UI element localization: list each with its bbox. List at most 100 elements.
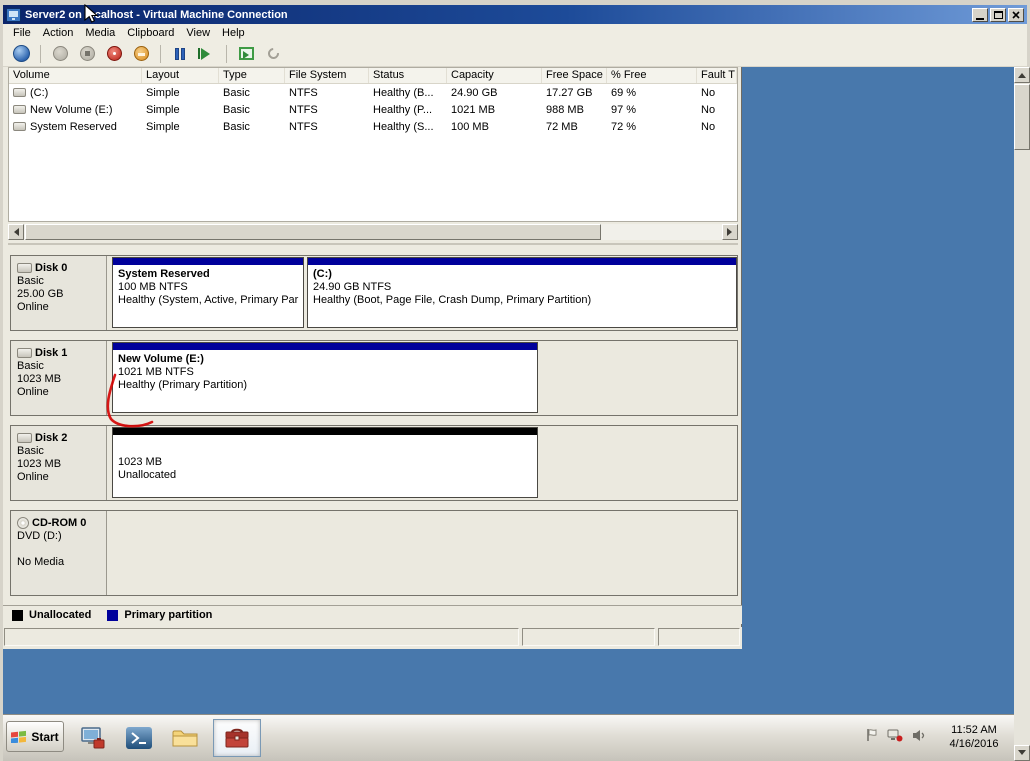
disk2-media: 1023 MB Unallocated xyxy=(107,426,737,500)
disk-status: No Media xyxy=(17,556,65,568)
column-volume[interactable]: Volume xyxy=(9,68,142,83)
ctrl-alt-del-button[interactable] xyxy=(10,43,32,65)
powershell-button[interactable] xyxy=(119,719,159,757)
up-arrow-icon xyxy=(1018,69,1026,78)
column-status[interactable]: Status xyxy=(369,68,447,83)
partition-status: Healthy (System, Active, Primary Par xyxy=(118,294,299,306)
disk-kind: Basic xyxy=(17,275,44,287)
status-pane xyxy=(658,628,740,646)
hscroll-thumb[interactable] xyxy=(25,224,601,240)
partition-new-volume-e[interactable]: New Volume (E:) 1021 MB NTFS Healthy (Pr… xyxy=(112,342,538,413)
disk-kind: Basic xyxy=(17,445,44,457)
column-file-system[interactable]: File System xyxy=(285,68,369,83)
disk-size xyxy=(17,543,106,556)
folder-icon xyxy=(172,730,198,747)
shut-down-button[interactable] xyxy=(103,43,125,65)
pane-splitter[interactable] xyxy=(8,243,738,245)
reset-button[interactable] xyxy=(196,43,218,65)
volume-row-e[interactable]: New Volume (E:) Simple Basic NTFS Health… xyxy=(9,101,737,118)
menu-clipboard[interactable]: Clipboard xyxy=(121,26,180,40)
volume-icon xyxy=(13,104,26,114)
disk-management-toolbox-button[interactable] xyxy=(213,719,261,757)
cdrom-info-panel[interactable]: CD-ROM 0 DVD (D:) No Media xyxy=(11,511,107,595)
vm-vertical-scrollbar[interactable] xyxy=(1014,67,1030,761)
reset-icon xyxy=(198,47,216,60)
disk-status: Online xyxy=(17,386,49,398)
ctrl-alt-del-icon xyxy=(12,45,30,62)
cd-icon xyxy=(17,517,29,529)
volume-list-hscrollbar[interactable] xyxy=(8,224,738,240)
disk-status: Online xyxy=(17,301,49,313)
save-state-button[interactable] xyxy=(130,43,152,65)
system-tray xyxy=(866,728,926,742)
powershell-icon xyxy=(126,727,152,749)
disk1-info-panel[interactable]: Disk 1 Basic 1023 MB Online xyxy=(11,341,107,415)
partition-legend: Unallocated Primary partition xyxy=(3,605,742,624)
disk-icon xyxy=(17,348,32,358)
turn-off-icon xyxy=(79,46,95,61)
server-manager-icon xyxy=(81,727,105,749)
disk0-info-panel[interactable]: Disk 0 Basic 25.00 GB Online xyxy=(11,256,107,330)
down-arrow-icon xyxy=(1018,750,1026,759)
column-type[interactable]: Type xyxy=(219,68,285,83)
disk-status: Online xyxy=(17,471,49,483)
close-button[interactable] xyxy=(1008,7,1024,22)
disk1-media: New Volume (E:) 1021 MB NTFS Healthy (Pr… xyxy=(107,341,737,415)
clock-time: 11:52 AM xyxy=(951,724,997,736)
action-center-flag-icon[interactable] xyxy=(866,728,878,742)
volume-icon[interactable] xyxy=(912,729,926,742)
console-status-bar xyxy=(3,627,742,649)
scroll-left-button[interactable] xyxy=(8,224,24,240)
unallocated-color-band xyxy=(113,428,537,435)
snapshot-button[interactable] xyxy=(235,43,257,65)
disk-name: Disk 1 xyxy=(35,347,68,359)
menu-media[interactable]: Media xyxy=(79,26,121,40)
disk-management-console: Volume Layout Type File System Status Ca… xyxy=(3,67,742,649)
disk-size: 25.00 GB xyxy=(17,288,64,300)
menu-view[interactable]: View xyxy=(180,26,216,40)
pause-button[interactable] xyxy=(169,43,191,65)
scroll-down-button[interactable] xyxy=(1014,745,1030,761)
close-icon xyxy=(1012,10,1020,19)
column-capacity[interactable]: Capacity xyxy=(447,68,542,83)
maximize-button[interactable] xyxy=(990,7,1006,22)
menu-action[interactable]: Action xyxy=(37,26,80,40)
disk2-info-panel[interactable]: Disk 2 Basic 1023 MB Online xyxy=(11,426,107,500)
menu-file[interactable]: File xyxy=(7,26,37,40)
left-arrow-icon xyxy=(10,228,19,236)
partition-status: Healthy (Primary Partition) xyxy=(118,379,247,391)
volume-row-c[interactable]: (C:) Simple Basic NTFS Healthy (B... 24.… xyxy=(9,84,737,101)
column-free-space[interactable]: Free Space xyxy=(542,68,607,83)
taskbar-clock[interactable]: 11:52 AM 4/16/2016 xyxy=(940,723,1008,751)
column-layout[interactable]: Layout xyxy=(142,68,219,83)
minimize-button[interactable] xyxy=(972,7,988,22)
partition-size: 1021 MB NTFS xyxy=(118,366,194,378)
toolbar-separator xyxy=(40,44,41,63)
menu-help[interactable]: Help xyxy=(216,26,251,40)
turn-off-button[interactable] xyxy=(76,43,98,65)
scroll-up-button[interactable] xyxy=(1014,67,1030,83)
vscroll-thumb[interactable] xyxy=(1014,84,1030,150)
volume-row-system-reserved[interactable]: System Reserved Simple Basic NTFS Health… xyxy=(9,118,737,135)
partition-c[interactable]: (C:) 24.90 GB NTFS Healthy (Boot, Page F… xyxy=(307,257,737,328)
revert-button[interactable] xyxy=(262,43,284,65)
window-title: Server2 on localhost - Virtual Machine C… xyxy=(25,8,288,21)
server-manager-button[interactable] xyxy=(73,719,113,757)
scroll-right-button[interactable] xyxy=(722,224,738,240)
disk-row-2: Disk 2 Basic 1023 MB Online 1023 MB Unal… xyxy=(10,425,738,501)
windows-explorer-button[interactable] xyxy=(165,719,205,757)
pause-icon xyxy=(175,47,185,60)
primary-partition-swatch xyxy=(107,609,119,621)
partition-title: (C:) xyxy=(313,268,332,280)
column-pct-free[interactable]: % Free xyxy=(607,68,697,83)
vm-connection-window: Server2 on localhost - Virtual Machine C… xyxy=(0,0,1030,761)
partition-system-reserved[interactable]: System Reserved 100 MB NTFS Healthy (Sys… xyxy=(112,257,304,328)
maximize-icon xyxy=(993,10,1003,19)
start-button[interactable]: Start xyxy=(6,721,64,752)
network-icon[interactable] xyxy=(887,729,903,742)
title-bar[interactable]: Server2 on localhost - Virtual Machine C… xyxy=(3,5,1027,24)
start-label: Start xyxy=(31,729,59,744)
column-fault-tolerance[interactable]: Fault T xyxy=(697,68,737,83)
unallocated-space[interactable]: 1023 MB Unallocated xyxy=(112,427,538,498)
start-vm-button[interactable] xyxy=(49,43,71,65)
